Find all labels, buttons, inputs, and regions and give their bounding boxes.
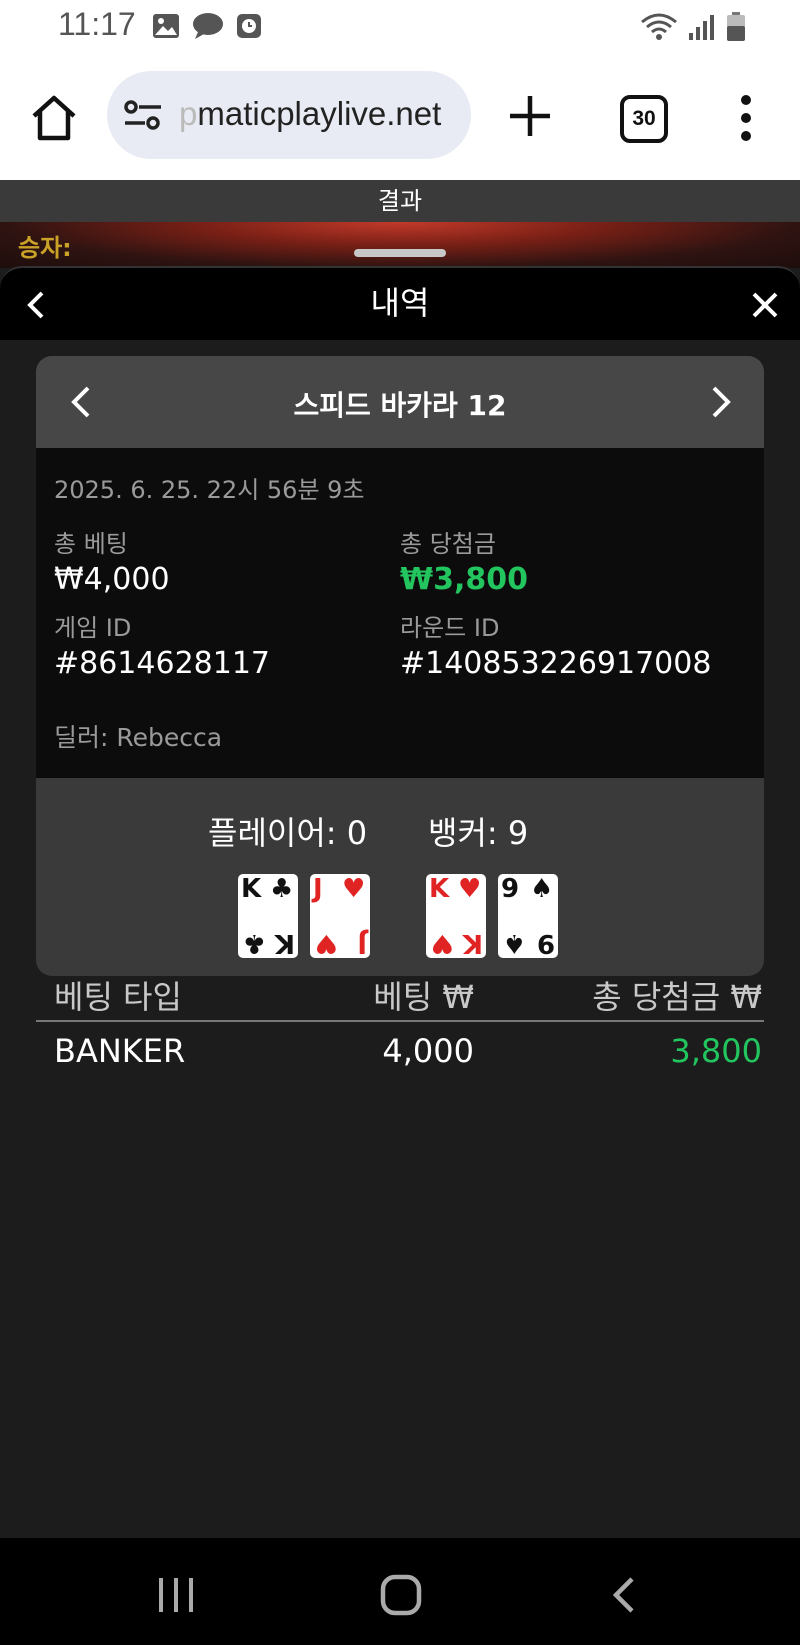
more-menu-icon[interactable]	[736, 92, 756, 144]
round-detail-card: 스피드 바카라 12 2025. 6. 25. 22시 56분 9초 총 베팅 …	[36, 356, 764, 976]
new-tab-icon[interactable]	[506, 92, 554, 140]
player-score: 플레이어: 0	[208, 814, 368, 852]
total-bet-value: ₩4,000	[54, 562, 170, 597]
bet-amount-cell: 4,000	[382, 1032, 474, 1070]
sheet-drag-handle[interactable]	[354, 249, 446, 257]
player-card-2: J ♥ J ♥	[310, 874, 370, 958]
banker-score: 뱅커: 9	[428, 814, 529, 852]
player-card-1: K ♣ K ♣	[238, 874, 298, 958]
win-amount-cell: 3,800	[670, 1032, 762, 1070]
total-win-value: ₩3,800	[400, 562, 528, 597]
game-id-value: #8614628117	[54, 646, 271, 681]
column-bet-amount: 베팅 ₩	[373, 978, 474, 1016]
winner-label: 승자:	[18, 234, 72, 262]
home-nav-icon[interactable]	[380, 1574, 422, 1616]
total-win-label: 총 당첨금	[400, 530, 496, 558]
sheet-title: 내역	[370, 284, 430, 322]
tab-switcher-button[interactable]: 30	[620, 95, 668, 143]
url-text: pmaticplaylive.net	[179, 95, 441, 133]
round-id-value: #140853226917008	[400, 646, 712, 681]
system-nav-bar	[0, 1538, 800, 1645]
gallery-icon	[153, 14, 179, 38]
battery-icon	[727, 12, 745, 41]
bets-table-header: 베팅 타입 베팅 ₩ 총 당첨금 ₩	[36, 966, 764, 1022]
back-nav-icon[interactable]	[610, 1576, 638, 1614]
clock-app-icon	[237, 14, 261, 38]
dealer-name: 딜러: Rebecca	[54, 723, 223, 752]
url-faded-prefix: p	[179, 95, 198, 132]
sheet-header: 내역	[0, 266, 800, 340]
column-bet-type: 베팅 타입	[54, 978, 182, 1016]
chat-icon	[193, 13, 223, 39]
card-header: 스피드 바카라 12	[36, 356, 764, 448]
round-info: 2025. 6. 25. 22시 56분 9초 총 베팅 ₩4,000 총 당첨…	[36, 448, 764, 778]
scores-panel: 플레이어: 0 뱅커: 9 K ♣ K ♣ J ♥ J ♥ K ♥ K ♥ 9 ♠ 9 ♠	[36, 778, 764, 976]
banker-card-2: 9 ♠ 9 ♠	[498, 874, 558, 958]
browser-toolbar: pmaticplaylive.net 30	[0, 56, 800, 180]
url-domain: maticplaylive.net	[197, 95, 442, 132]
wifi-icon	[641, 13, 677, 40]
next-round-icon[interactable]	[708, 384, 734, 420]
site-settings-icon[interactable]	[123, 99, 163, 131]
column-total-win: 총 당첨금 ₩	[592, 978, 762, 1016]
address-bar[interactable]: pmaticplaylive.net	[107, 71, 471, 159]
round-timestamp: 2025. 6. 25. 22시 56분 9초	[54, 476, 365, 504]
table-row: BANKER 4,000 3,800	[36, 1028, 764, 1088]
game-id-label: 게임 ID	[54, 614, 132, 642]
round-id-label: 라운드 ID	[400, 614, 500, 642]
total-bet-label: 총 베팅	[54, 530, 128, 558]
banker-card-1: K ♥ K ♥	[426, 874, 486, 958]
close-icon[interactable]	[750, 290, 780, 320]
status-time: 11:17	[58, 6, 136, 42]
status-bar: 11:17	[0, 0, 800, 56]
result-bar: 결과	[0, 180, 800, 222]
game-name: 스피드 바카라 12	[293, 389, 507, 422]
home-icon[interactable]	[28, 92, 80, 144]
signal-icon	[689, 15, 714, 40]
bet-type-cell: BANKER	[54, 1032, 186, 1070]
live-video-strip: 승자:	[0, 222, 800, 268]
history-sheet: 내역 스피드 바카라 12 2025. 6. 25. 22시 56분 9초 총 …	[0, 266, 800, 1538]
recent-apps-icon[interactable]	[156, 1576, 196, 1614]
